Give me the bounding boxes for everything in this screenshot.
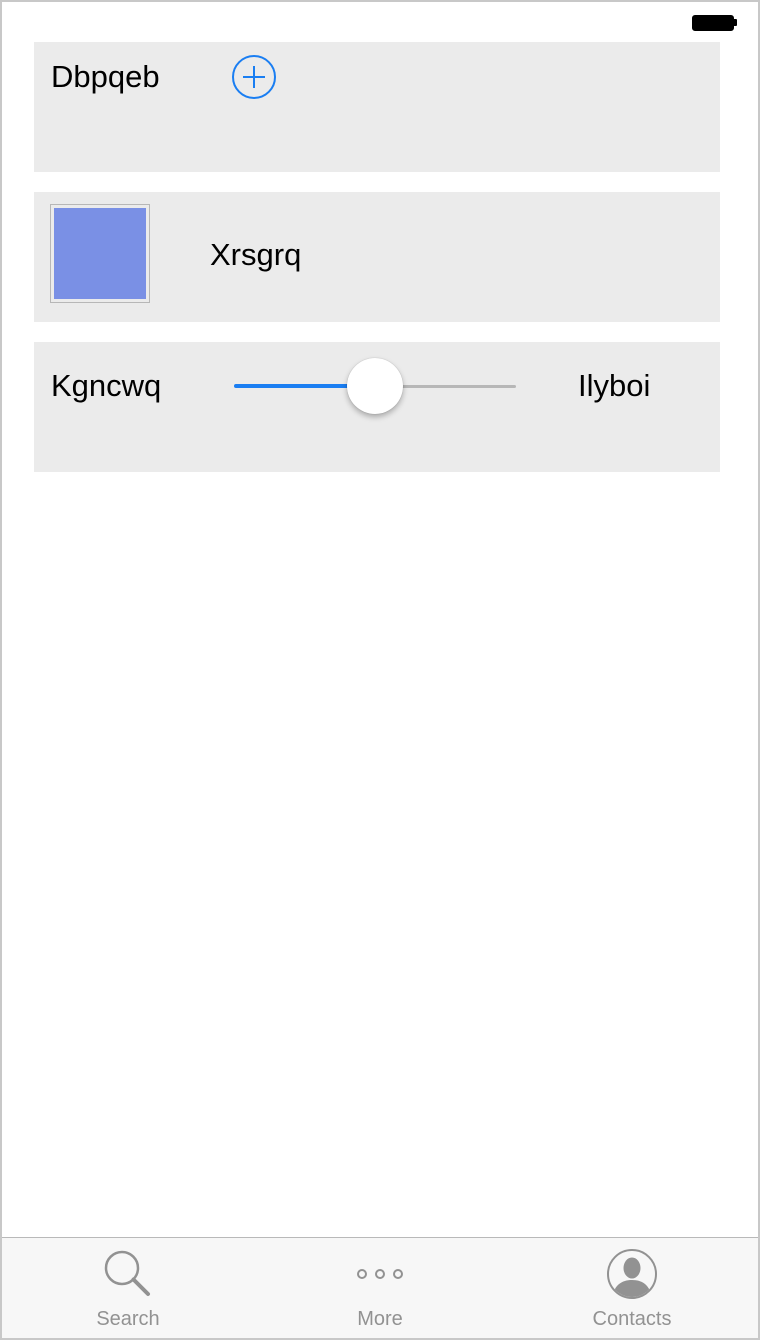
slider-thumb[interactable] <box>347 358 403 414</box>
battery-icon <box>692 15 737 31</box>
tab-contacts-label: Contacts <box>592 1308 672 1330</box>
tab-contacts[interactable]: Contacts <box>506 1238 758 1338</box>
slider-min-label: Kgncwq <box>51 368 162 403</box>
tab-search[interactable]: Search <box>2 1238 254 1338</box>
color-row-label: Xrsgrq <box>210 237 302 272</box>
tab-more-label: More <box>357 1308 403 1330</box>
tab-bar: Search More Contacts <box>2 1237 758 1338</box>
value-slider[interactable] <box>232 356 518 414</box>
more-dots-icon <box>357 1269 403 1279</box>
add-row-label: Dbpqeb <box>51 59 160 94</box>
add-row: Dbpqeb <box>34 42 720 172</box>
slider-max-label: Ilyboi <box>578 368 651 403</box>
phone-screen: Dbpqeb Xrsgrq Kgncwq Ilyboi Search More … <box>0 0 760 1340</box>
tab-search-label: Search <box>96 1308 160 1330</box>
color-row: Xrsgrq <box>34 192 720 322</box>
slider-row: Kgncwq Ilyboi <box>34 342 720 472</box>
color-swatch-fill <box>54 208 146 299</box>
color-swatch[interactable] <box>50 204 150 303</box>
search-icon <box>104 1250 150 1296</box>
add-button[interactable] <box>232 55 276 99</box>
contact-avatar-icon <box>607 1249 657 1299</box>
tab-more[interactable]: More <box>254 1238 506 1338</box>
